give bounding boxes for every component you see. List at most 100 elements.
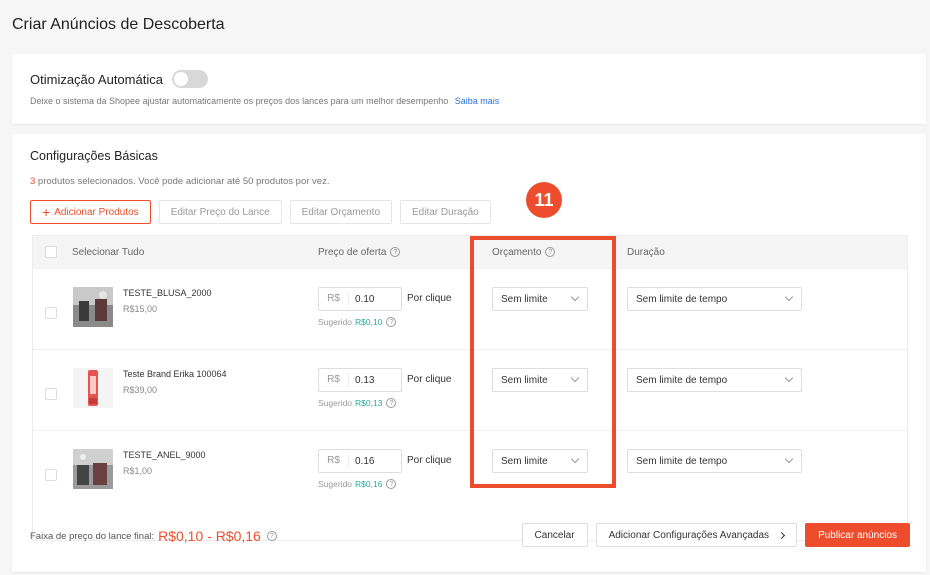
select-all-cell: Selecionar Tudo (45, 236, 144, 268)
currency-prefix: R$ (319, 373, 349, 387)
bid-value: 0.16 (355, 455, 375, 467)
table-header: Selecionar Tudo Preço de oferta ? Orçame… (33, 236, 907, 268)
auto-optimization-description-text: Deixe o sistema da Shopee ajustar automa… (30, 96, 449, 106)
per-click-label: Por clique (407, 293, 452, 304)
edit-budget-button[interactable]: Editar Orçamento (289, 200, 393, 224)
products-table: Selecionar Tudo Preço de oferta ? Orçame… (32, 235, 908, 541)
basic-settings-title: Configurações Básicas (30, 149, 158, 163)
budget-value: Sem limite (501, 374, 548, 386)
page-title: Criar Anúncios de Descoberta (12, 16, 225, 33)
auto-optimization-title: Otimização Automática (30, 71, 163, 87)
duration-select[interactable]: Sem limite de tempo (627, 449, 802, 473)
suggested-value[interactable]: R$0,10 (355, 317, 382, 327)
toggle-knob (173, 72, 188, 86)
duration-select[interactable]: Sem limite de tempo (627, 368, 802, 392)
chevron-right-icon (778, 531, 786, 539)
bid-value: 0.10 (355, 293, 375, 305)
budget-value: Sem limite (501, 455, 548, 467)
suggested-bid: Sugerido R$0,13 ? (318, 398, 397, 408)
duration-header-label: Duração (627, 246, 665, 258)
publish-button[interactable]: Publicar anúncios (805, 523, 910, 547)
bid-value: 0.13 (355, 374, 375, 386)
basic-settings-card: Configurações Básicas 3 produtos selecio… (12, 134, 926, 572)
advanced-settings-label: Adicionar Configurações Avançadas (608, 529, 770, 541)
row-checkbox[interactable] (45, 307, 57, 319)
help-icon[interactable]: ? (386, 317, 397, 327)
duration-value: Sem limite de tempo (636, 455, 728, 467)
selected-info-text: produtos selecionados. Você pode adicion… (35, 176, 330, 187)
suggested-bid: Sugerido R$0,10 ? (318, 317, 397, 327)
budget-select[interactable]: Sem limite (492, 287, 588, 311)
step-badge: 11 (526, 182, 562, 218)
selected-info: 3 produtos selecionados. Você pode adici… (30, 176, 329, 187)
add-products-label: Adicionar Produtos (54, 206, 139, 218)
duration-value: Sem limite de tempo (636, 293, 728, 305)
select-all-checkbox[interactable] (45, 246, 57, 258)
product-thumbnail (73, 368, 113, 408)
help-icon[interactable]: ? (266, 531, 277, 541)
table-row: TESTE_BLUSA_2000 R$15,00 R$ 0.10 Por cli… (33, 268, 907, 349)
edit-duration-button[interactable]: Editar Duração (400, 200, 491, 224)
product-price: R$1,00 (123, 466, 153, 476)
chevron-down-icon (570, 454, 580, 464)
auto-optimization-description: Deixe o sistema da Shopee ajustar automa… (30, 96, 499, 106)
currency-prefix: R$ (319, 454, 349, 468)
per-click-label: Por clique (407, 455, 452, 466)
row-checkbox[interactable] (45, 469, 57, 481)
table-row: TESTE_ANEL_9000 R$1,00 R$ 0.16 Por cliqu… (33, 430, 907, 511)
offer-price-header: Preço de oferta ? (318, 236, 401, 268)
budget-header-label: Orçamento (492, 246, 542, 258)
learn-more-link[interactable]: Saiba mais (455, 96, 500, 106)
select-all-label: Selecionar Tudo (72, 246, 145, 258)
row-checkbox[interactable] (45, 388, 57, 400)
help-icon[interactable]: ? (386, 398, 397, 408)
chevron-down-icon (570, 373, 580, 383)
product-name: Teste Brand Erika 100064 (123, 369, 227, 379)
edit-bid-button[interactable]: Editar Preço do Lance (158, 200, 282, 224)
bid-range-label: Faixa de preço do lance final: (30, 530, 155, 542)
bid-input[interactable]: R$ 0.10 (318, 287, 402, 311)
help-icon[interactable]: ? (390, 247, 401, 257)
product-thumbnail (73, 287, 113, 327)
duration-header: Duração (627, 236, 665, 268)
bid-input[interactable]: R$ 0.16 (318, 449, 402, 473)
footer-bar: Faixa de preço do lance final: R$0,10 - … (30, 523, 910, 549)
product-name: TESTE_ANEL_9000 (123, 450, 206, 460)
currency-prefix: R$ (319, 292, 349, 306)
product-thumbnail (73, 449, 113, 489)
budget-select[interactable]: Sem limite (492, 368, 588, 392)
table-row: Teste Brand Erika 100064 R$39,00 R$ 0.13… (33, 349, 907, 430)
bid-input[interactable]: R$ 0.13 (318, 368, 402, 392)
suggested-label: Sugerido (318, 398, 353, 408)
auto-optimization-card: Otimização Automática Deixe o sistema da… (12, 54, 926, 124)
suggested-label: Sugerido (318, 317, 353, 327)
bid-range-value: R$0,10 - R$0,16 (158, 528, 261, 544)
duration-value: Sem limite de tempo (636, 374, 728, 386)
auto-optimization-toggle[interactable] (171, 70, 208, 88)
help-icon[interactable]: ? (545, 247, 556, 257)
duration-select[interactable]: Sem limite de tempo (627, 287, 802, 311)
budget-value: Sem limite (501, 293, 548, 305)
per-click-label: Por clique (407, 374, 452, 385)
footer-buttons: Cancelar Adicionar Configurações Avançad… (521, 523, 910, 547)
budget-header: Orçamento ? (492, 236, 556, 268)
advanced-settings-button[interactable]: Adicionar Configurações Avançadas (595, 523, 798, 547)
chevron-down-icon (784, 292, 794, 302)
chevron-down-icon (784, 373, 794, 383)
budget-select[interactable]: Sem limite (492, 449, 588, 473)
help-icon[interactable]: ? (386, 479, 397, 489)
suggested-value[interactable]: R$0,16 (355, 479, 382, 489)
suggested-value[interactable]: R$0,13 (355, 398, 382, 408)
suggested-bid: Sugerido R$0,16 ? (318, 479, 397, 489)
chevron-down-icon (570, 292, 580, 302)
cancel-button[interactable]: Cancelar (521, 523, 588, 547)
chevron-down-icon (784, 454, 794, 464)
plus-icon: + (42, 204, 51, 220)
product-price: R$15,00 (123, 304, 158, 314)
product-name: TESTE_BLUSA_2000 (123, 288, 212, 298)
product-price: R$39,00 (123, 385, 158, 395)
suggested-label: Sugerido (318, 479, 353, 489)
action-buttons: + Adicionar Produtos Editar Preço do Lan… (30, 200, 491, 224)
offer-price-header-label: Preço de oferta (318, 246, 387, 258)
add-products-button[interactable]: + Adicionar Produtos (30, 200, 151, 224)
